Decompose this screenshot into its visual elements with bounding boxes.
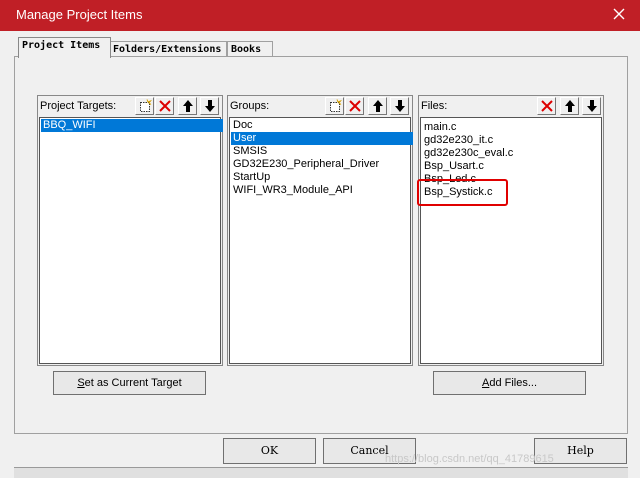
watermark: https://blog.csdn.net/qq_41789615 [385, 453, 554, 465]
delete-target-button[interactable] [155, 97, 174, 115]
button-label: dd Files... [489, 377, 538, 389]
tab-folders-extensions[interactable]: Folders/Extensions [109, 41, 227, 57]
files-list[interactable]: main.c gd32e230_it.c gd32e230c_eval.c Bs… [420, 117, 602, 364]
button-mnemonic: S [77, 377, 85, 389]
delete-group-button[interactable] [345, 97, 364, 115]
list-item[interactable]: gd32e230c_eval.c [422, 147, 515, 160]
list-item[interactable]: Bsp_Usart.c [422, 160, 486, 173]
arrow-down-icon [395, 100, 405, 112]
delete-icon [541, 100, 553, 112]
button-label: et as Current Target [84, 377, 182, 389]
set-current-target-button[interactable]: Set as Current Target [53, 371, 206, 395]
move-target-up-button[interactable] [178, 97, 197, 115]
close-icon[interactable] [606, 3, 632, 27]
list-item[interactable]: Doc [231, 119, 255, 132]
files-header: Files: [419, 96, 603, 116]
list-item[interactable]: StartUp [231, 171, 272, 184]
ok-button[interactable]: OK [223, 438, 316, 464]
new-icon [140, 99, 152, 112]
title-bar: Manage Project Items [0, 0, 640, 31]
delete-icon [159, 100, 171, 112]
list-item[interactable]: BBQ_WIFI [41, 119, 223, 132]
move-group-down-button[interactable] [390, 97, 409, 115]
window-title: Manage Project Items [16, 7, 143, 22]
arrow-down-icon [205, 100, 215, 112]
list-item[interactable]: WIFI_WR3_Module_API [231, 184, 355, 197]
move-file-down-button[interactable] [582, 97, 601, 115]
targets-list[interactable]: BBQ_WIFI [39, 117, 223, 364]
background-window-strip [14, 467, 628, 478]
list-item[interactable]: GD32E230_Peripheral_Driver [231, 158, 381, 171]
groups-header: Groups: [228, 96, 412, 116]
move-target-down-button[interactable] [200, 97, 219, 115]
targets-panel: Project Targets: BBQ_WIFI [37, 95, 223, 366]
arrow-up-icon [565, 100, 575, 112]
targets-header: Project Targets: [38, 96, 222, 116]
groups-label: Groups: [230, 100, 270, 112]
list-item[interactable]: User [231, 132, 413, 145]
new-icon [330, 99, 342, 112]
list-item[interactable]: gd32e230_it.c [422, 134, 495, 147]
delete-icon [349, 100, 361, 112]
delete-file-button[interactable] [537, 97, 556, 115]
new-target-button[interactable] [135, 97, 154, 115]
arrow-up-icon [183, 100, 193, 112]
new-group-button[interactable] [325, 97, 344, 115]
highlight-box [417, 179, 508, 206]
add-files-button[interactable]: Add Files... [433, 371, 586, 395]
move-file-up-button[interactable] [560, 97, 579, 115]
move-group-up-button[interactable] [368, 97, 387, 115]
files-label: Files: [421, 100, 448, 112]
groups-list[interactable]: Doc User SMSIS GD32E230_Peripheral_Drive… [229, 117, 413, 364]
arrow-down-icon [587, 100, 597, 112]
tab-books[interactable]: Books [227, 41, 273, 57]
arrow-up-icon [373, 100, 383, 112]
groups-panel: Groups: Doc User SMSIS GD32E230_Peripher… [227, 95, 413, 366]
tab-project-items[interactable]: Project Items [18, 37, 111, 58]
list-item[interactable]: SMSIS [231, 145, 269, 158]
files-panel: Files: main.c gd32e230_it.c gd32e230c_ev… [418, 95, 604, 366]
targets-label: Project Targets: [40, 100, 117, 112]
list-item[interactable]: main.c [422, 121, 458, 134]
